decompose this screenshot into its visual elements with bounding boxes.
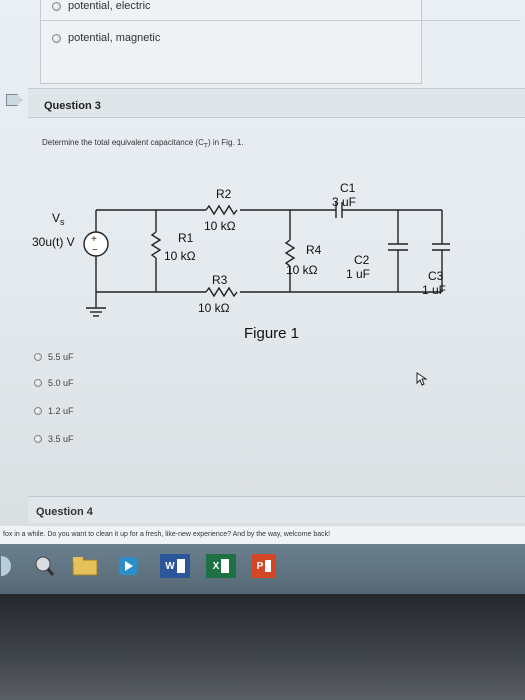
word-label: W [165, 560, 175, 572]
powerpoint-label: P [256, 560, 264, 572]
svg-text:+: + [91, 234, 97, 245]
divider [40, 20, 520, 21]
question-3-title: Question 3 [44, 100, 101, 112]
radio-button[interactable] [52, 1, 61, 11]
answer-label: 1.2 uF [48, 406, 74, 416]
r3-value: 10 kΩ [198, 301, 230, 315]
mouse-cursor-icon [416, 372, 428, 386]
option-label: potential, magnetic [68, 32, 161, 44]
taskbar: W X P [0, 544, 525, 594]
start-button-icon[interactable] [0, 554, 14, 578]
question-3-text: Determine the total equivalent capacitan… [42, 138, 244, 150]
option-potential-electric[interactable]: potential, electric [52, 0, 151, 12]
c2-label: C2 [354, 253, 370, 267]
c3-value: 1 uF [422, 283, 446, 297]
media-player-icon[interactable] [116, 554, 140, 578]
excel-label: X [212, 560, 220, 572]
r1-label: R1 [178, 231, 194, 245]
r4-label: R4 [306, 243, 322, 257]
r1-value: 10 kΩ [164, 249, 196, 263]
answer-label: 3.5 uF [48, 434, 74, 444]
powerpoint-icon[interactable]: P [252, 554, 276, 578]
c3-label: C3 [428, 269, 444, 283]
question-4-header [28, 496, 525, 523]
radio-button[interactable] [34, 353, 42, 361]
radio-button[interactable] [34, 407, 42, 415]
figure-caption: Figure 1 [244, 325, 299, 342]
answer-option[interactable]: 1.2 uF [34, 406, 74, 416]
radio-button[interactable] [34, 435, 42, 443]
answer-label: 5.5 uF [48, 352, 74, 362]
search-icon[interactable] [28, 554, 58, 578]
file-explorer-icon[interactable] [70, 554, 100, 578]
answer-option[interactable]: 5.5 uF [34, 352, 74, 362]
c1-value: 3 uF [332, 195, 356, 209]
option-potential-magnetic[interactable]: potential, magnetic [52, 32, 160, 44]
svg-text:−: − [92, 245, 98, 256]
source-value: 30u(t) V [32, 235, 75, 249]
circuit-diagram-figure-1: + − Vs 30u(t) V R1 10 kΩ R2 10 kΩ R3 10 … [32, 181, 450, 342]
r2-value: 10 kΩ [204, 219, 236, 233]
answer-option[interactable]: 5.0 uF [34, 378, 74, 388]
radio-button[interactable] [52, 33, 61, 43]
question-4-title: Question 4 [36, 506, 93, 518]
word-icon[interactable]: W [160, 554, 190, 578]
r4-value: 10 kΩ [286, 263, 318, 277]
r3-label: R3 [212, 273, 228, 287]
r2-label: R2 [216, 187, 232, 201]
c2-value: 1 uF [346, 267, 370, 281]
browser-notification-bar[interactable]: fox in a while. Do you want to clean it … [0, 526, 525, 544]
radio-button[interactable] [34, 379, 42, 387]
answer-option[interactable]: 3.5 uF [34, 434, 74, 444]
monitor-bezel [0, 594, 525, 700]
option-label: potential, electric [68, 0, 151, 12]
answer-label: 5.0 uF [48, 378, 74, 388]
question-text-start: Determine the total equivalent capacitan… [42, 138, 204, 147]
source-label: Vs [52, 211, 65, 227]
excel-icon[interactable]: X [206, 554, 236, 578]
question-text-end: ) in Fig. 1. [207, 138, 244, 147]
c1-label: C1 [340, 181, 356, 195]
question-3-header [28, 88, 525, 118]
